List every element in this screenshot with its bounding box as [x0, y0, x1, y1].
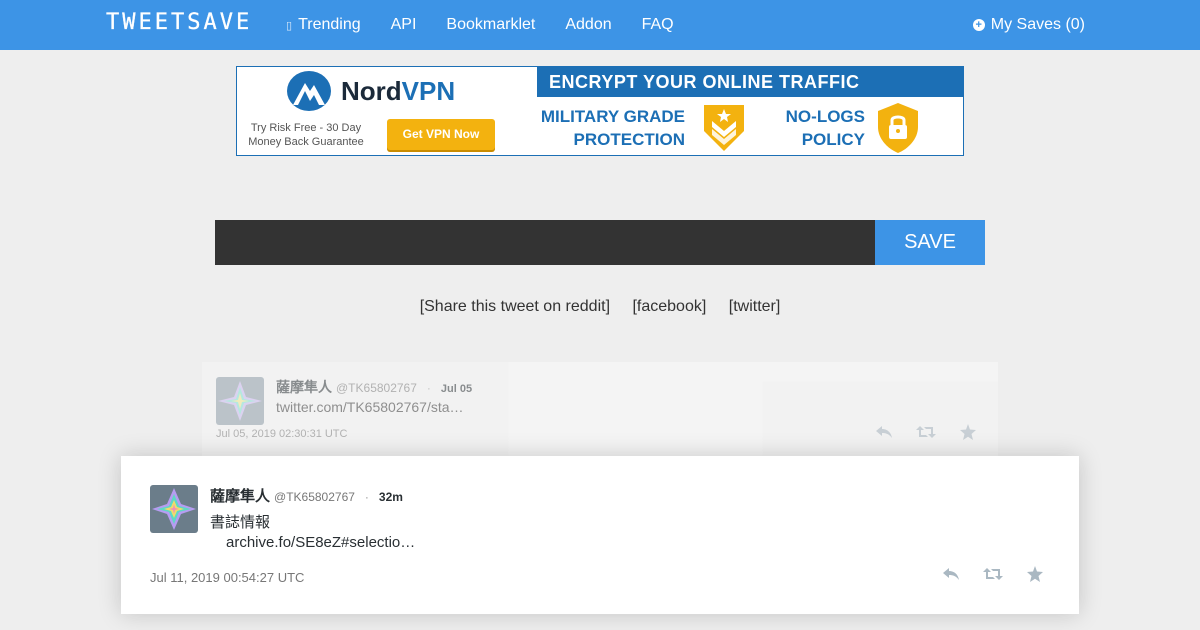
tweet-body[interactable]: twitter.com/TK65802767/sta… [276, 399, 464, 415]
ad-headline: ENCRYPT YOUR ONLINE TRAFFIC [537, 67, 964, 97]
tweet-card-main: 薩摩隼人 @TK65802767 · 32m 書誌情報 archive.fo/S… [121, 456, 1079, 614]
tweet-separator: · [364, 490, 369, 504]
nav-link-api[interactable]: API [391, 16, 417, 34]
shield-chevron-icon [700, 101, 748, 155]
tweet-author-handle[interactable]: @TK65802767 [336, 381, 417, 395]
tweet-url-input[interactable] [215, 220, 875, 265]
ad-banner[interactable]: NordVPN Try Risk Free - 30 Day Money Bac… [236, 66, 964, 156]
tweet-separator: · [426, 381, 431, 395]
tweet-header: 薩摩隼人 @TK65802767 · 32m [210, 485, 403, 506]
shield-lock-icon [874, 101, 922, 155]
tweet-author-handle[interactable]: @TK65802767 [274, 490, 355, 504]
ad-feature-protection: MILITARY GRADE PROTECTION [540, 107, 685, 149]
mountain-logo-icon [287, 71, 331, 111]
tweet-time[interactable]: 32m [379, 490, 403, 504]
navbar: TWEETSAVE ▯ Trending API Bookmarklet Add… [0, 0, 1200, 50]
tweet-date: Jul 11, 2019 00:54:27 UTC [150, 570, 305, 585]
tweet-actions [941, 564, 1067, 584]
reply-icon[interactable] [941, 564, 961, 584]
nav-link-faq[interactable]: FAQ [642, 16, 674, 34]
tweet-body: 書誌情報 archive.fo/SE8eZ#selectio… [210, 513, 415, 553]
nav-links: ▯ Trending API Bookmarklet Addon FAQ [286, 0, 704, 50]
plus-circle-icon: + [972, 19, 985, 31]
nav-link-trending[interactable]: ▯ Trending [286, 16, 361, 34]
brand-logo[interactable]: TWEETSAVE [106, 10, 252, 35]
tweet-author-name[interactable]: 薩摩隼人 [276, 377, 332, 397]
nav-link-bookmarklet[interactable]: Bookmarklet [446, 16, 535, 34]
my-saves-label: My Saves (0) [990, 16, 1085, 33]
avatar[interactable] [150, 485, 198, 533]
favorite-star-icon[interactable] [958, 422, 978, 442]
share-facebook-link[interactable]: [facebook] [632, 298, 706, 315]
tweet-date: Jul 05, 2019 02:30:31 UTC [216, 428, 348, 440]
tweet-card-quoted: 薩摩隼人 @TK65802767 · Jul 05 twitter.com/TK… [202, 362, 998, 458]
tweet-time[interactable]: Jul 05 [441, 383, 472, 395]
tweet-author-name[interactable]: 薩摩隼人 [210, 485, 270, 506]
ad-logo-text-a: Nord [341, 75, 402, 106]
tweet-actions [874, 422, 1000, 442]
tweet-header: 薩摩隼人 @TK65802767 · Jul 05 [276, 377, 472, 397]
reply-icon[interactable] [874, 422, 894, 442]
hash-icon: ▯ [286, 19, 293, 32]
my-saves-link[interactable]: + My Saves (0) [972, 0, 1085, 50]
ad-logo-text-b: VPN [401, 75, 456, 106]
share-twitter-link[interactable]: [twitter] [729, 298, 781, 315]
favorite-star-icon[interactable] [1025, 564, 1045, 584]
tweet-link[interactable]: archive.fo/SE8eZ#selectio… [210, 533, 415, 553]
ad-cta-button[interactable]: Get VPN Now [387, 119, 495, 150]
save-button[interactable]: SAVE [875, 220, 985, 265]
retweet-icon[interactable] [916, 422, 936, 442]
ad-feature-nologs: NO-LOGS POLICY [785, 107, 865, 149]
avatar[interactable] [216, 377, 264, 425]
tweet-text: 書誌情報 [210, 514, 271, 531]
nav-link-addon[interactable]: Addon [565, 16, 611, 34]
ad-logo: NordVPN [287, 71, 455, 111]
retweet-icon[interactable] [983, 564, 1003, 584]
share-links: [Share this tweet on reddit] [facebook] … [0, 298, 1200, 316]
share-reddit-link[interactable]: [Share this tweet on reddit] [420, 298, 610, 315]
ad-tagline: Try Risk Free - 30 Day Money Back Guaran… [248, 122, 364, 148]
